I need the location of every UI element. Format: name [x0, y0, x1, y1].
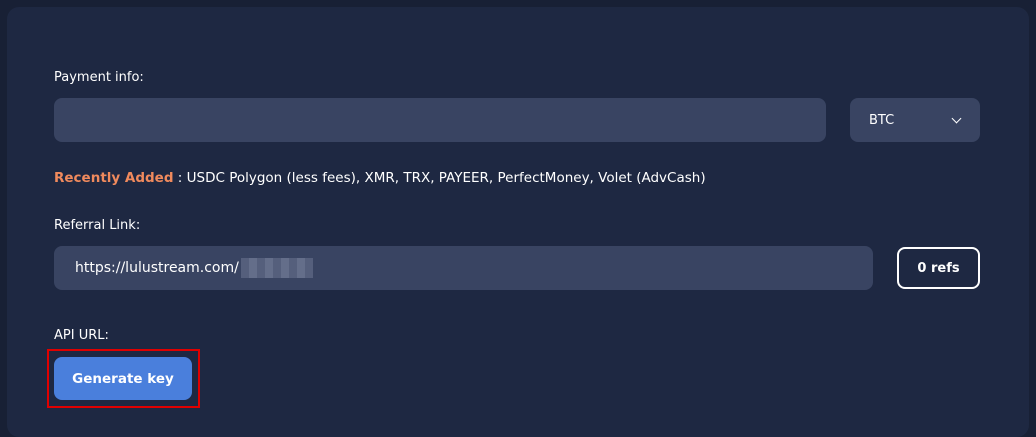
- recently-added-highlight: Recently Added: [54, 170, 174, 186]
- recently-added-text: : USDC Polygon (less fees), XMR, TRX, PA…: [173, 170, 706, 186]
- annotation-highlight-box: [47, 349, 200, 408]
- refs-count-button[interactable]: 0 refs: [897, 247, 980, 289]
- currency-select[interactable]: BTC: [850, 98, 980, 142]
- referral-link-label: Referral Link:: [54, 218, 141, 233]
- api-url-label: API URL:: [54, 328, 109, 343]
- recently-added-note: Recently Added : USDC Polygon (less fees…: [54, 169, 706, 187]
- payment-info-label: Payment info:: [54, 70, 144, 85]
- chevron-down-icon: [951, 113, 962, 123]
- payment-info-input[interactable]: [54, 98, 826, 142]
- currency-select-value: BTC: [869, 112, 895, 128]
- referral-link-text: https://lulustream.com/: [75, 260, 239, 276]
- redacted-user-id: [240, 258, 313, 278]
- referral-link-field[interactable]: https://lulustream.com/: [54, 246, 873, 290]
